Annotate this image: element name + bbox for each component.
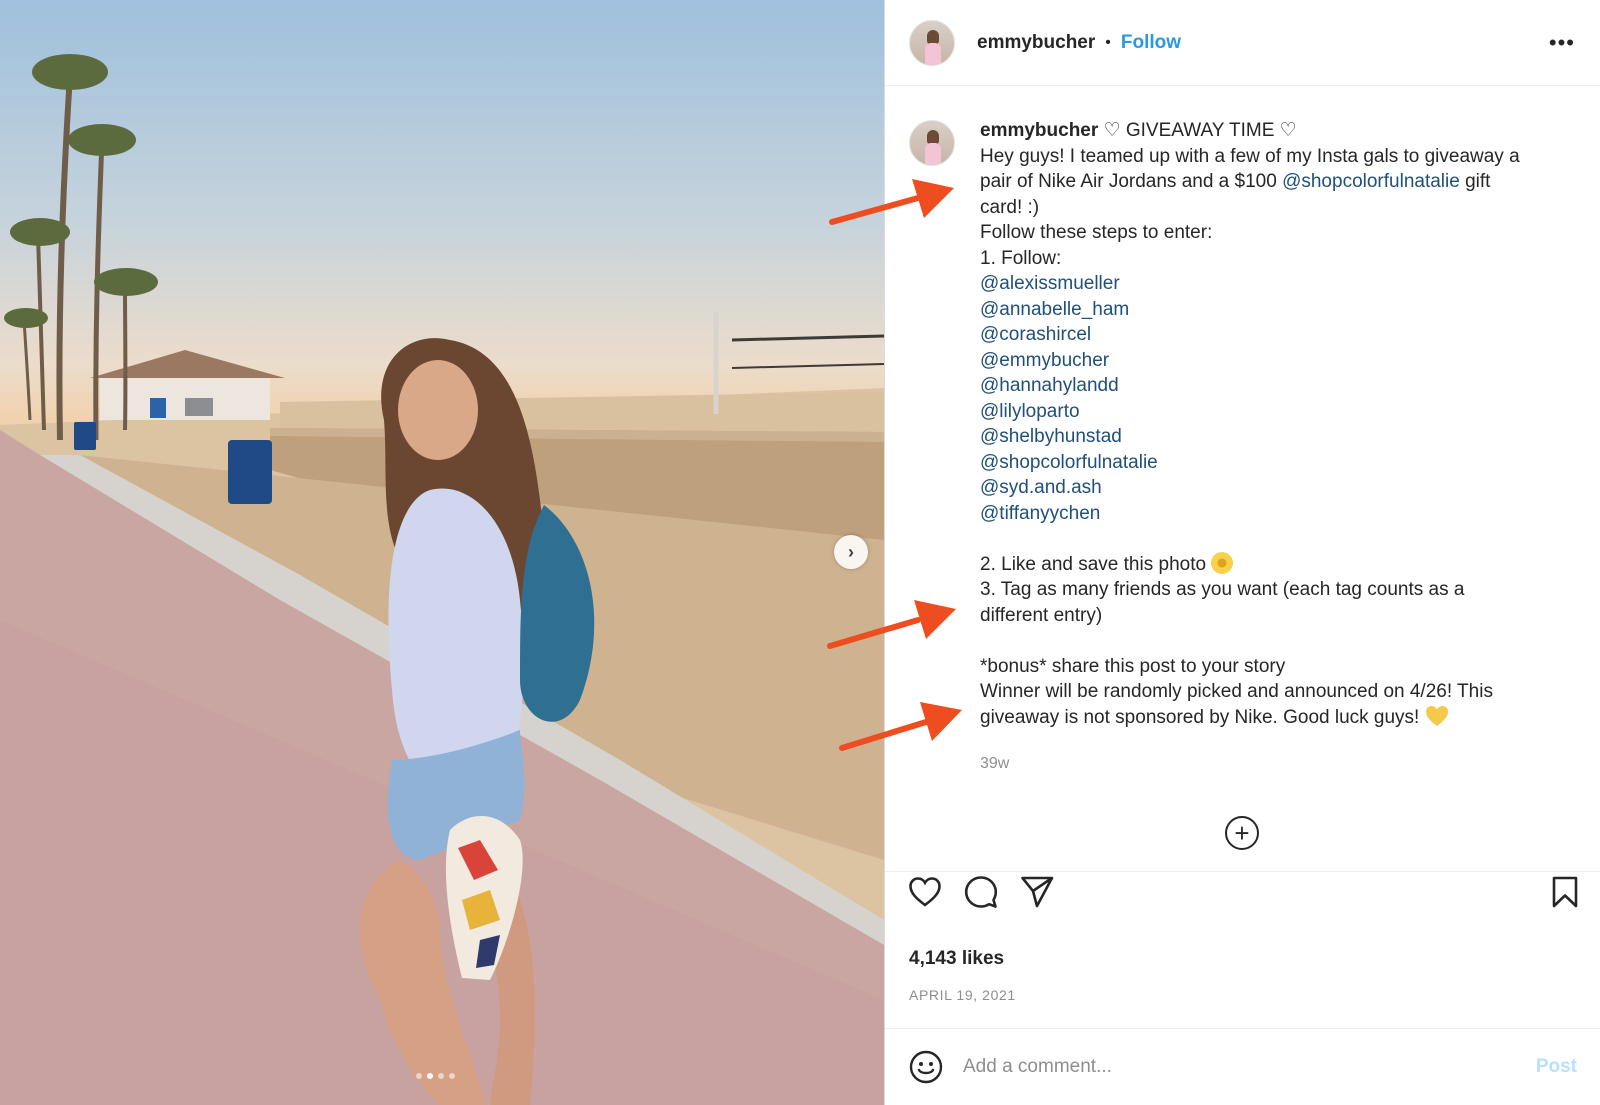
follow-button[interactable]: Follow: [1121, 32, 1181, 54]
more-icon[interactable]: •••: [1549, 30, 1575, 56]
caption-line: 3. Tag as many friends as you want (each…: [980, 579, 1465, 600]
caption-username[interactable]: emmybucher: [980, 120, 1098, 141]
caption-line: *bonus* share this post to your story: [980, 655, 1286, 677]
mention-link[interactable]: @shopcolorfulnatalie: [980, 450, 1580, 476]
instagram-post: › emmybucher • Follow ••• emmybucher ♡ G…: [0, 0, 1600, 1105]
mention-link[interactable]: @shelbyhunstad: [980, 424, 1580, 450]
mention-link[interactable]: @hannahylandd: [980, 373, 1580, 399]
avatar[interactable]: [909, 19, 955, 66]
caption-line: giveaway is not sponsored by Nike. Good …: [980, 706, 1420, 728]
post-date: APRIL 19, 2021: [909, 987, 1016, 1003]
mention-link[interactable]: @alexissmueller: [980, 271, 1580, 297]
mention-link[interactable]: @annabelle_ham: [980, 297, 1580, 323]
caption-avatar[interactable]: [909, 120, 955, 166]
header-username[interactable]: emmybucher: [977, 32, 1095, 54]
carousel-next-button[interactable]: ›: [834, 535, 868, 569]
sunflower-emoji-icon: [1211, 551, 1234, 574]
post-timestamp[interactable]: 39w: [980, 755, 1009, 773]
carousel-dot-active: [427, 1073, 433, 1079]
mention-link[interactable]: @shopcolorfulnatalie: [1282, 171, 1460, 192]
mention-link[interactable]: @tiffanyychen: [980, 501, 1580, 527]
carousel-dot: [449, 1073, 455, 1079]
post-comment-button[interactable]: Post: [1536, 1056, 1577, 1078]
caption-line: Hey guys! I teamed up with a few of my I…: [980, 145, 1520, 167]
chevron-right-icon: ›: [848, 541, 854, 562]
caption-line: card! :): [980, 196, 1040, 218]
comment-input[interactable]: [963, 1047, 1503, 1087]
caption-title: ♡ GIVEAWAY TIME ♡: [1103, 120, 1297, 141]
yellow-heart-emoji-icon: [1425, 705, 1448, 726]
caption-line: pair of Nike Air Jordans and a $100: [980, 171, 1283, 192]
post-side-panel: emmybucher • Follow ••• emmybucher ♡ GIV…: [884, 0, 1600, 1105]
share-icon[interactable]: [1019, 874, 1055, 910]
comment-bar: Post: [885, 1028, 1600, 1105]
mention-link[interactable]: @emmybucher: [980, 348, 1580, 374]
mention-link[interactable]: @lilyloparto: [980, 399, 1580, 425]
bookmark-icon[interactable]: [1547, 874, 1583, 910]
comment-icon[interactable]: [963, 874, 999, 910]
carousel-dot: [416, 1073, 422, 1079]
caption-line: Winner will be randomly picked and annou…: [980, 681, 1493, 702]
post-header: emmybucher • Follow •••: [885, 0, 1600, 86]
caption-text: emmybucher ♡ GIVEAWAY TIME ♡ Hey guys! I…: [980, 118, 1580, 730]
carousel-dot: [438, 1073, 444, 1079]
caption-line: gift: [1459, 171, 1491, 192]
caption-line: 1. Follow:: [980, 247, 1062, 269]
post-photo[interactable]: ›: [0, 0, 884, 1105]
heart-icon[interactable]: [907, 874, 943, 910]
caption-line: 2. Like and save this photo: [980, 553, 1207, 575]
plus-circle-icon[interactable]: +: [1225, 816, 1259, 850]
mention-link[interactable]: @corashircel: [980, 322, 1580, 348]
emoji-icon[interactable]: [909, 1050, 943, 1084]
likes-count[interactable]: 4,143 likes: [909, 948, 1004, 970]
carousel-indicator: [416, 1073, 455, 1079]
beach-photo-illustration: [0, 54, 884, 1105]
caption-line: Follow these steps to enter:: [980, 222, 1213, 243]
caption-line: different entry): [980, 604, 1103, 626]
header-separator: •: [1105, 33, 1111, 51]
post-actions: 4,143 likes APRIL 19, 2021: [885, 871, 1600, 1028]
mention-link[interactable]: @syd.and.ash: [980, 475, 1580, 501]
